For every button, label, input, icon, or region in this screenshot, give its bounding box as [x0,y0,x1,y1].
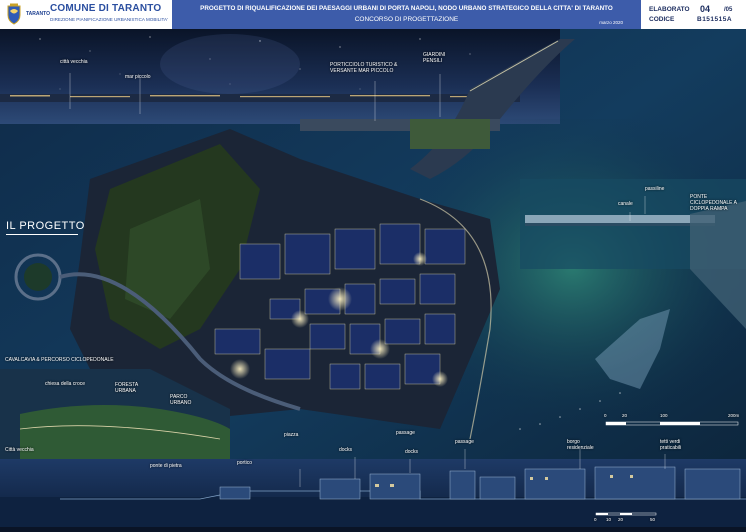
label-porticciolo: PORTICCIOLO TURISTICO & VERSANTE MAR PIC… [330,62,398,74]
project-title: PROGETTO DI RIQUALIFICAZIONE DEI PAESAGG… [200,5,613,12]
scale-top-0: 0 [604,413,607,418]
label-passage-2: passage [455,439,474,445]
scale-bottom-50: 50 [650,517,656,522]
label-canale: canale [618,201,633,207]
section-title-underline [6,234,78,235]
codice-value: B151515A [697,16,733,23]
scale-top-100: 100 [660,413,668,418]
scale-bottom-0: 0 [594,517,597,522]
scale-bottom-10: 10 [606,517,612,522]
label-docks-2: docks [405,449,419,455]
label-portico: portico [237,460,253,466]
label-chiesa: chiesa della croce [45,381,86,387]
section-title: IL PROGETTO [6,220,85,232]
scale-top-20: 20 [622,413,628,418]
scale-bottom-20: 20 [618,517,624,522]
header-bar: TARANTO COMUNE DI TARANTO DIREZIONE PIAN… [0,0,746,29]
document-code-block: ELABORATO 04 /05 CODICE B151515A [641,0,746,29]
label-parco: PARCO URBANO [170,394,192,406]
label-borgo: borgo residenziale [567,439,594,451]
label-piazza: piazza [284,432,299,438]
label-ponte: PONTE CICLOPEDONALE A DOPPIA RAMPA [690,194,737,212]
city-crest-icon [7,3,21,25]
project-subtitle: CONCORSO DI PROGETTAZIONE [354,16,459,23]
label-passage-1: passage [396,430,415,436]
label-ponte-pietra: ponte di pietra [150,463,182,469]
elaborato-label: ELABORATO [649,6,690,13]
department-name: DIREZIONE PIANIFICAZIONE URBANISTICA MOB… [50,17,168,22]
label-citta-vecchia-bottom: Città vecchia [5,447,34,453]
project-title-bar: PROGETTO DI RIQUALIFICAZIONE DEI PAESAGG… [172,0,641,29]
codice-label: CODICE [649,16,675,23]
label-foresta: FORESTA URBANA [115,382,138,394]
masterplan-render: IL PROGETTO città vecchia mar piccolo PO… [0,29,746,527]
label-giardini: GIARDINI PENSILI [423,52,446,64]
scale-top-200m: 200m [728,413,740,418]
label-passiline: passiline [645,186,665,192]
label-cavalcavia: CAVALCAVIA & PERCORSO CICLOPEDONALE [5,357,114,363]
label-tetti: tetti verdi praticabili [660,439,682,451]
elaborato-total: /05 [724,7,733,13]
brand-title: COMUNE DI TARANTO [50,3,162,14]
project-date: marzo 2020 [599,20,623,25]
label-mar-piccolo: mar piccolo [125,74,151,80]
label-citta-vecchia-top: città vecchia [60,59,88,65]
taranto-small-logo: TARANTO [26,11,50,17]
elaborato-value: 04 [700,4,711,14]
masterplan-illustration [0,29,746,527]
logo-block: TARANTO COMUNE DI TARANTO DIREZIONE PIAN… [0,0,172,29]
label-docks-1: docks [339,447,353,453]
